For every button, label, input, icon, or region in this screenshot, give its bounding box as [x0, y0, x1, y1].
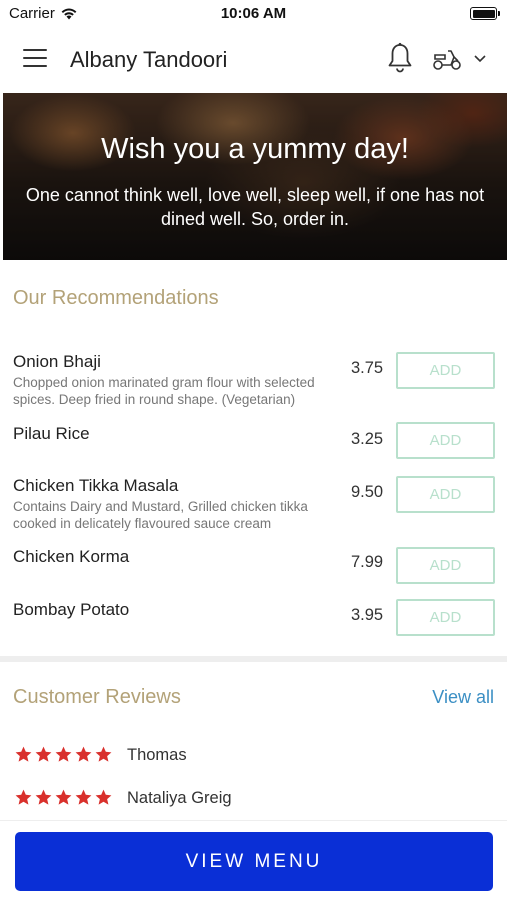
star-icon [15, 789, 32, 805]
banner-subtitle: One cannot think well, love well, sleep … [25, 185, 485, 229]
restaurant-title: Albany Tandoori [70, 47, 228, 72]
menu-icon[interactable] [23, 49, 47, 69]
review-item: Nataliya Greig [14, 788, 494, 812]
star-icon [95, 789, 112, 805]
bell-icon[interactable] [386, 42, 414, 74]
view-menu-button[interactable]: VIEW MENU [15, 832, 493, 891]
item-price: 3.25 [351, 430, 384, 448]
chevron-down-icon[interactable] [473, 54, 487, 64]
banner-title: Wish you a yummy day! [101, 133, 409, 165]
app-header: Albany Tandoori [0, 28, 507, 93]
item-description: Contains Dairy and Mustard, Grilled chic… [13, 499, 308, 531]
star-icon [35, 746, 52, 762]
item-name: Chicken Tikka Masala [13, 476, 179, 495]
hero-banner: Wish you a yummy day! One cannot think w… [3, 93, 507, 260]
item-price: 9.50 [351, 483, 384, 501]
star-icon [75, 789, 92, 805]
status-time: 10:06 AM [220, 5, 287, 22]
add-button[interactable]: ADD [396, 476, 495, 513]
status-bar: Carrier 10:06 AM [0, 0, 507, 28]
star-icon [75, 746, 92, 762]
item-name: Pilau Rice [13, 424, 90, 443]
item-description: Chopped onion marinated gram flour with … [13, 375, 315, 407]
add-button[interactable]: ADD [396, 422, 495, 459]
star-icon [95, 746, 112, 762]
reviews-title: Customer Reviews [13, 686, 181, 708]
recommendations-title: Our Recommendations [13, 287, 219, 309]
reviewer-name: Nataliya Greig [127, 789, 232, 807]
bottom-bar: VIEW MENU [0, 820, 507, 900]
star-icon [15, 746, 32, 762]
star-icon [35, 789, 52, 805]
item-price: 7.99 [351, 553, 384, 571]
star-rating [14, 745, 113, 764]
battery-icon [470, 7, 500, 20]
add-button[interactable]: ADD [396, 599, 495, 636]
add-button[interactable]: ADD [396, 352, 495, 389]
star-icon [55, 789, 72, 805]
view-all-link[interactable]: View all [432, 687, 494, 708]
item-name: Bombay Potato [13, 600, 130, 619]
delivery-scooter-icon[interactable] [432, 47, 462, 71]
reviewer-name: Thomas [127, 746, 187, 764]
review-item: Thomas [14, 745, 494, 769]
star-rating [14, 788, 113, 807]
star-icon [55, 746, 72, 762]
item-name: Chicken Korma [13, 547, 130, 566]
add-button[interactable]: ADD [396, 547, 495, 584]
item-price: 3.95 [351, 606, 384, 624]
item-price: 3.75 [351, 359, 384, 377]
item-name: Onion Bhaji [13, 352, 101, 371]
section-divider [0, 656, 507, 662]
